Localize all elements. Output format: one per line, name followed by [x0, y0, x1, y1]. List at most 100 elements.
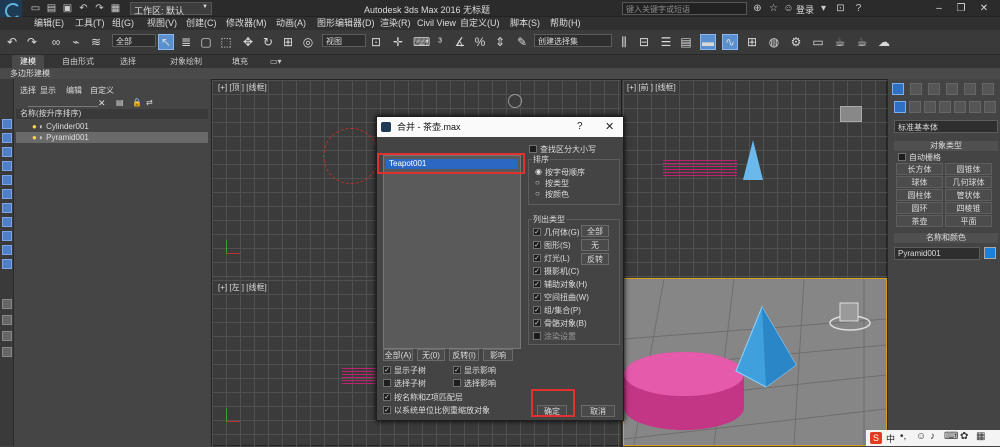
- save-file-icon[interactable]: ▣: [62, 3, 73, 14]
- bind-space-warp-icon[interactable]: ≋: [88, 34, 104, 50]
- layer-manager-icon[interactable]: ☰: [658, 34, 674, 50]
- type-helpers-checkbox[interactable]: ✓: [533, 280, 541, 288]
- object-name-input[interactable]: Pyramid001: [894, 247, 980, 260]
- menu-tools[interactable]: 工具(T): [75, 17, 105, 30]
- type-bones-checkbox[interactable]: ✓: [533, 319, 541, 327]
- type-shapes-checkbox[interactable]: ✓: [533, 241, 541, 249]
- tab-populate[interactable]: 填充: [224, 55, 256, 68]
- pyramid-front-shape[interactable]: [743, 140, 763, 180]
- skin-icon[interactable]: ✿: [960, 431, 968, 442]
- restore-icon[interactable]: ❐: [952, 2, 970, 15]
- angle-snap-icon[interactable]: ∡: [452, 34, 468, 50]
- select-object-icon[interactable]: ↖: [158, 34, 174, 50]
- name-color-rollout[interactable]: 名称和颜色: [894, 233, 998, 243]
- cancel-button[interactable]: 取消: [581, 405, 615, 417]
- type-cameras-checkbox[interactable]: ✓: [533, 267, 541, 275]
- scene-menu-edit[interactable]: 编辑: [66, 85, 82, 96]
- binoculars-icon[interactable]: ⊕: [752, 3, 763, 14]
- torus-button[interactable]: 圆环: [896, 202, 943, 214]
- selection-filter-dropdown[interactable]: 全部: [112, 34, 156, 47]
- menu-group[interactable]: 组(G): [112, 17, 134, 30]
- filter-icon[interactable]: [2, 347, 12, 357]
- viewport-label-left[interactable]: [+] [左 ] [线框]: [218, 282, 267, 293]
- display-tab-icon[interactable]: [964, 83, 976, 95]
- spinner-snap-icon[interactable]: ⇕: [492, 34, 508, 50]
- display-none-icon[interactable]: [2, 315, 12, 325]
- rotate-icon[interactable]: ↻: [260, 34, 276, 50]
- show-subtree-checkbox[interactable]: ✓: [383, 366, 391, 374]
- scene-explorer-icon[interactable]: ▤: [678, 34, 694, 50]
- sogou-logo-icon[interactable]: S: [870, 432, 882, 444]
- scale-icon[interactable]: ⊞: [280, 34, 296, 50]
- keyboard-shortcut-icon[interactable]: ⌨: [412, 34, 430, 50]
- punctuation-icon[interactable]: •,: [900, 431, 906, 442]
- list-invert-button[interactable]: 反转(I): [449, 349, 479, 361]
- named-selection-dropdown[interactable]: 创建选择集: [534, 34, 612, 47]
- display-all-icon[interactable]: [2, 299, 12, 309]
- align-icon[interactable]: ⊟: [636, 34, 652, 50]
- cylinder-left-shape[interactable]: [342, 368, 378, 384]
- open-file-icon[interactable]: ▤: [46, 3, 57, 14]
- type-xref-checkbox[interactable]: [533, 332, 541, 340]
- redo-icon[interactable]: ↷: [94, 3, 105, 14]
- autogrid-check[interactable]: [898, 153, 906, 161]
- menu-rendering[interactable]: 渲染(R): [380, 17, 411, 30]
- render-setup-icon[interactable]: ⚙: [788, 34, 804, 50]
- menu-help[interactable]: 帮助(H): [550, 17, 581, 30]
- types-invert-button[interactable]: 反转: [581, 253, 609, 265]
- list-influences-button[interactable]: 影响: [483, 349, 513, 361]
- menu-views[interactable]: 视图(V): [147, 17, 177, 30]
- teapot-button[interactable]: 茶壶: [896, 215, 943, 227]
- link-icon[interactable]: ∞: [48, 34, 64, 50]
- type-lights-checkbox[interactable]: ✓: [533, 254, 541, 262]
- menu-graph-editors[interactable]: 图形编辑器(D): [317, 17, 375, 30]
- select-subtree-checkbox[interactable]: [383, 379, 391, 387]
- cylinder-front-shape[interactable]: [663, 160, 737, 176]
- render-teapot-icon[interactable]: ☕: [832, 34, 848, 50]
- display-helpers-icon[interactable]: [2, 175, 12, 185]
- type-groups-checkbox[interactable]: ✓: [533, 306, 541, 314]
- schematic-view-icon[interactable]: ⊞: [744, 34, 760, 50]
- scene-list-header[interactable]: 名称(按升序排序): [16, 109, 208, 119]
- clear-search-icon[interactable]: ✕: [98, 98, 106, 109]
- cylinder-button[interactable]: 圆柱体: [896, 189, 943, 201]
- menu-customize[interactable]: 自定义(U): [460, 17, 500, 30]
- mic-icon[interactable]: ♪: [930, 431, 935, 442]
- menu-modifiers[interactable]: 修改器(M): [226, 17, 267, 30]
- display-spacewarps-icon[interactable]: [2, 189, 12, 199]
- render-iterative-icon[interactable]: ☕: [854, 34, 870, 50]
- project-folder-icon[interactable]: ▦: [110, 3, 121, 14]
- keyboard-icon[interactable]: ⌨: [944, 431, 958, 442]
- tube-button[interactable]: 管状体: [945, 189, 992, 201]
- case-sensitive-checkbox[interactable]: [529, 145, 537, 153]
- star-icon[interactable]: ☆: [768, 3, 779, 14]
- workspace-dropdown[interactable]: 工作区: 默认: [130, 2, 212, 16]
- menu-civil-view[interactable]: Civil View: [417, 17, 456, 30]
- user-icon[interactable]: ☺: [783, 3, 794, 14]
- window-crossing-icon[interactable]: ⬚: [218, 34, 234, 50]
- create-tab-icon[interactable]: [892, 83, 904, 95]
- display-cameras-icon[interactable]: [2, 161, 12, 171]
- menu-create[interactable]: 创建(C): [186, 17, 217, 30]
- teapot-top-shape[interactable]: [508, 94, 522, 108]
- ime-mode[interactable]: 中: [886, 432, 895, 445]
- object-type-rollout[interactable]: 对象类型: [894, 141, 998, 151]
- minimize-icon[interactable]: –: [930, 2, 948, 15]
- emoji-icon[interactable]: ☺: [916, 431, 926, 442]
- viewport-label-top[interactable]: [+] [顶 ] [线框]: [218, 82, 267, 93]
- material-editor-icon[interactable]: ◍: [766, 34, 782, 50]
- select-influences-checkbox[interactable]: [453, 379, 461, 387]
- render-frame-icon[interactable]: ▭: [810, 34, 826, 50]
- spacewarps-icon[interactable]: [969, 101, 981, 113]
- display-containers-icon[interactable]: [2, 245, 12, 255]
- radio-alpha[interactable]: ◉: [535, 167, 542, 176]
- rescale-units-checkbox[interactable]: ✓: [383, 406, 391, 414]
- types-none-button[interactable]: 无: [581, 239, 609, 251]
- geosphere-button[interactable]: 几何球体: [945, 176, 992, 188]
- menu-animation[interactable]: 动画(A): [276, 17, 306, 30]
- cart-icon[interactable]: ⊡: [835, 3, 846, 14]
- object-list[interactable]: Teapot001: [383, 155, 521, 349]
- front-viewport[interactable]: [+] [前 ] [线框]: [623, 80, 888, 279]
- display-invert-icon[interactable]: [2, 331, 12, 341]
- hierarchy-tab-icon[interactable]: [928, 83, 940, 95]
